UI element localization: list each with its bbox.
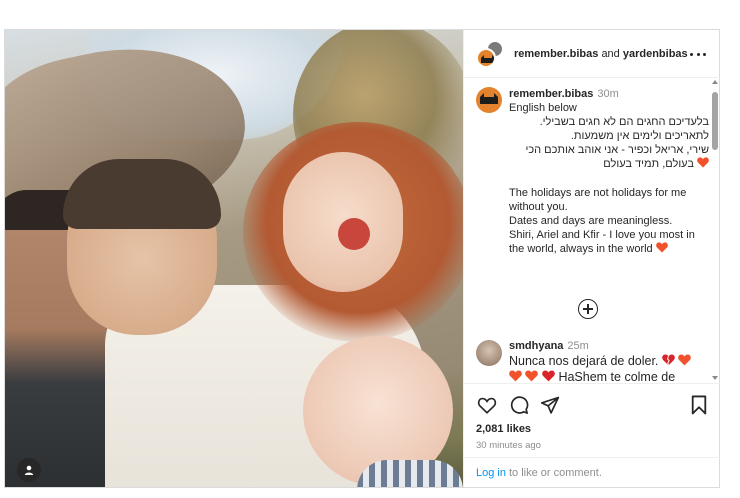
plus-circle-icon[interactable]: [578, 299, 598, 319]
caption-line: שירי, אריאל וכפיר - אני אוהב אותכם הכי: [525, 144, 709, 156]
header-connector: and: [601, 47, 620, 60]
login-link[interactable]: Log in: [476, 467, 506, 479]
post-side-panel: remember.bibas and yardenbibas remember.…: [463, 30, 720, 487]
login-prompt: Log in to like or comment.: [464, 457, 720, 487]
caption-line: בלעדיכם החגים הם לא חגים בשבילי.: [539, 116, 709, 128]
comment-body: smdhyana 25m Nunca nos dejará de doler. H…: [509, 340, 704, 383]
orange-heart-icon: [697, 157, 709, 172]
caption-line: The holidays are not holidays for me wit…: [509, 187, 687, 213]
heart-icon[interactable]: [476, 394, 498, 416]
caption-line-with-heart: בעולם, תמיד בעולם: [509, 157, 709, 172]
avatar[interactable]: [476, 87, 502, 113]
caption-line: English below: [509, 102, 577, 114]
user-tag-icon[interactable]: [17, 458, 41, 482]
caption-line: בעולם, תמיד בעולם: [603, 158, 694, 170]
avatar[interactable]: [476, 340, 502, 366]
comment-username[interactable]: smdhyana: [509, 340, 563, 352]
caption-line: Dates and days are meaningless.: [509, 215, 673, 227]
comment-time: 25m: [567, 340, 589, 352]
red-heart-icon: [542, 370, 555, 383]
orange-heart-icon: [509, 370, 522, 383]
share-icon[interactable]: [539, 394, 561, 416]
caption-username[interactable]: remember.bibas: [509, 88, 593, 100]
header-user2[interactable]: yardenbibas: [623, 48, 688, 60]
header-title: remember.bibas and yardenbibas: [514, 48, 688, 60]
scrollbar[interactable]: [710, 78, 720, 383]
avatar[interactable]: [476, 39, 504, 68]
action-icons: [476, 394, 708, 418]
caption-line-with-heart: Shiri, Ariel and Kfir - I love you most …: [509, 228, 709, 257]
header-user1[interactable]: remember.bibas: [514, 48, 598, 60]
photo-baby-shirt: [357, 460, 463, 487]
orange-heart-icon: [525, 370, 539, 383]
comment-icon[interactable]: [508, 394, 530, 416]
photo-apple: [338, 218, 370, 250]
more-horizontal-icon[interactable]: [690, 46, 706, 62]
comment-text-a: Nunca nos dejará de doler.: [509, 354, 659, 368]
post-photo[interactable]: [5, 30, 463, 487]
caption-line: לתאריכים ולימים אין משמעות.: [570, 130, 709, 142]
post-timestamp[interactable]: 30 minutes ago: [476, 440, 541, 451]
photo-person-woman: [63, 159, 221, 335]
caption-time: 30m: [597, 88, 619, 100]
comment-text: Nunca nos dejará de doler. HaShem te col…: [509, 354, 704, 383]
instagram-post: remember.bibas and yardenbibas remember.…: [4, 29, 720, 488]
bookmark-icon[interactable]: [688, 394, 710, 416]
post-actions: 2,081 likes 30 minutes ago: [464, 383, 720, 457]
orange-heart-icon: [655, 242, 668, 257]
orange-heart-icon: [678, 354, 692, 370]
login-rest: to like or comment.: [508, 466, 602, 479]
scroll-thumb[interactable]: [712, 92, 718, 150]
caption-body: remember.bibas 30m English below בלעדיכם …: [509, 87, 709, 257]
scroll-down-icon[interactable]: [712, 376, 718, 380]
scroll-up-icon[interactable]: [712, 80, 718, 84]
post-header: remember.bibas and yardenbibas: [464, 30, 720, 78]
broken-heart-icon: [662, 354, 675, 370]
comments-area[interactable]: remember.bibas 30m English below בלעדיכם …: [464, 78, 720, 383]
likes-count[interactable]: 2,081 likes: [476, 423, 531, 435]
